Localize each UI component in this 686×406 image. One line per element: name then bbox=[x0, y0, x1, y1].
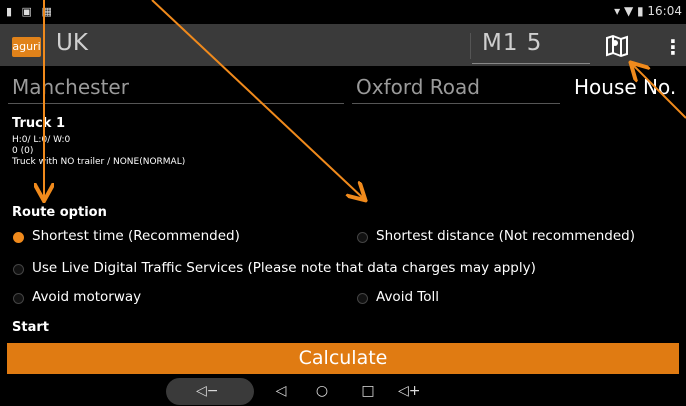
radio-shortest-distance[interactable] bbox=[357, 232, 368, 243]
street-field[interactable]: Oxford Road bbox=[356, 75, 480, 99]
option-avoid-motorway[interactable]: Avoid motorway bbox=[32, 289, 141, 305]
volume-down-icon[interactable]: ◁− bbox=[196, 383, 219, 399]
radio-live-traffic[interactable] bbox=[13, 264, 24, 275]
status-left-icons: ▮ ▣ ▦ bbox=[6, 5, 55, 18]
navigation-bar bbox=[0, 377, 686, 406]
truck-trailer: Truck with NO trailer / NONE(NORMAL) bbox=[12, 157, 186, 167]
truck-weight: 0 (0) bbox=[12, 146, 34, 156]
radio-shortest-time[interactable] bbox=[13, 232, 24, 243]
map-icon bbox=[606, 34, 628, 58]
city-underline bbox=[8, 103, 344, 104]
top-bar bbox=[0, 24, 686, 66]
back-icon[interactable]: ◁ bbox=[270, 383, 292, 399]
recents-icon[interactable]: □ bbox=[357, 383, 379, 399]
aguri-logo: aguri bbox=[12, 37, 41, 57]
radio-avoid-toll[interactable] bbox=[357, 293, 368, 304]
start-label: Start bbox=[12, 320, 49, 335]
postcode-underline bbox=[472, 63, 590, 64]
map-button[interactable] bbox=[602, 32, 632, 60]
city-field[interactable]: Manchester bbox=[12, 75, 129, 99]
option-shortest-time[interactable]: Shortest time (Recommended) bbox=[32, 228, 240, 244]
radio-avoid-motorway[interactable] bbox=[13, 293, 24, 304]
status-bar bbox=[0, 0, 686, 24]
country-field[interactable]: UK bbox=[56, 30, 88, 56]
calculate-button[interactable]: Calculate bbox=[7, 343, 679, 374]
status-right: ▾ ▼ ▮ 16:04 bbox=[614, 4, 682, 18]
truck-dimensions: H:0/ L:0/ W:0 bbox=[12, 135, 71, 145]
option-avoid-toll[interactable]: Avoid Toll bbox=[376, 289, 439, 305]
house-number-field[interactable]: House No. bbox=[574, 75, 676, 99]
truck-title[interactable]: Truck 1 bbox=[12, 116, 65, 131]
topbar-divider bbox=[470, 33, 471, 59]
home-icon[interactable]: ○ bbox=[311, 383, 333, 399]
volume-up-icon[interactable]: ◁+ bbox=[398, 383, 421, 399]
postcode-field[interactable]: M1 5 bbox=[482, 30, 542, 56]
option-shortest-distance[interactable]: Shortest distance (Not recommended) bbox=[376, 228, 635, 244]
overflow-menu-icon[interactable]: ⋮ bbox=[663, 36, 683, 60]
option-live-traffic[interactable]: Use Live Digital Traffic Services (Pleas… bbox=[32, 260, 536, 276]
street-underline bbox=[352, 103, 560, 104]
route-option-title: Route option bbox=[12, 205, 107, 220]
